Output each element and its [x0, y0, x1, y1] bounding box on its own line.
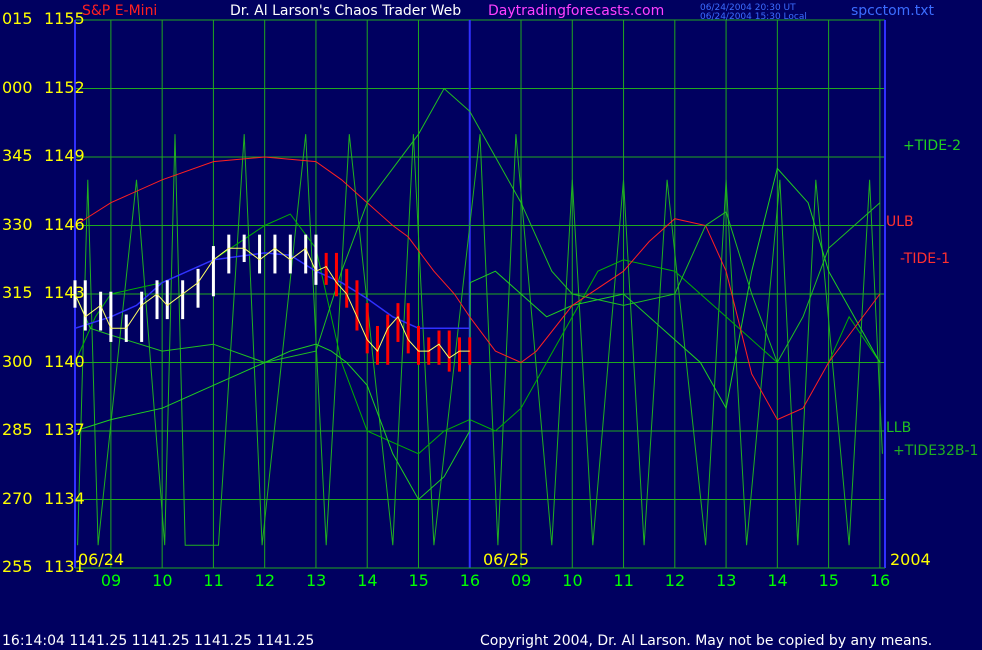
x-tick-label: 16 — [869, 571, 891, 590]
series-label-tide2: +TIDE-2 — [903, 138, 961, 154]
y-tick-angle: 285 — [2, 420, 33, 439]
time-local: 06/24/2004 15:30 Local — [700, 12, 807, 22]
copyright: Copyright 2004, Dr. Al Larson. May not b… — [480, 633, 933, 649]
data-file-label: spcctom.txt — [851, 3, 934, 19]
x-tick-label: 14 — [357, 571, 378, 590]
instrument-label: S&P E-Mini — [82, 3, 158, 19]
y-tick-angle: 270 — [2, 488, 33, 508]
x-tick-label: 15 — [818, 571, 839, 590]
last-quote: 16:14:04 1141.25 1141.25 1141.25 1141.25 — [2, 633, 315, 649]
x-tick-label: 13 — [305, 571, 327, 590]
y-tick-price: 1155 — [44, 9, 85, 28]
y-tick-price: 1146 — [44, 214, 85, 234]
y-tick-angle: 330 — [2, 214, 33, 234]
x-tick-label: 10 — [562, 571, 583, 590]
x-tick-label: 12 — [664, 571, 686, 590]
date-label-day1: 06/24 — [78, 550, 125, 569]
date-label-day2: 06/25 — [483, 550, 530, 569]
y-tick-angle: 300 — [2, 351, 33, 371]
x-tick-label: 15 — [408, 571, 429, 590]
y-tick-price: 1149 — [44, 146, 85, 165]
chart-title: Dr. Al Larson's Chaos Trader Web — [230, 3, 462, 19]
x-tick-label: 12 — [254, 571, 276, 590]
x-tick-label: 16 — [459, 571, 481, 590]
year-label: 2004 — [890, 550, 931, 569]
x-tick-label: 11 — [613, 571, 634, 590]
site-link[interactable]: Daytradingforecasts.com — [488, 4, 664, 18]
y-tick-angle: 315 — [2, 283, 33, 302]
x-tick-label: 13 — [716, 571, 737, 590]
x-tick-label: 09 — [511, 571, 532, 590]
y-tick-angle: 255 — [2, 557, 33, 576]
chart-window: S&P E-Mini Dr. Al Larson's Chaos Trader … — [0, 0, 982, 650]
y-tick-angle: 015 — [2, 9, 33, 28]
y-tick-angle: 000 — [2, 77, 33, 97]
y-tick-price: 1134 — [44, 488, 85, 508]
y-tick-angle: 345 — [2, 146, 33, 165]
y-tick-price: 1140 — [44, 351, 85, 371]
series-label-ulb: ULB — [886, 214, 914, 230]
x-tick-label: 09 — [100, 571, 122, 590]
x-tick-label: 14 — [767, 571, 788, 590]
x-tick-label: 10 — [152, 571, 173, 590]
y-tick-price: 1143 — [44, 283, 85, 302]
series-label-llb: LLB — [886, 420, 912, 436]
series-label-tide32: +TIDE32B-1 — [893, 443, 979, 459]
x-tick-label: 11 — [203, 571, 224, 590]
series-label-tide1: -TIDE-1 — [900, 251, 951, 267]
y-tick-price: 1152 — [44, 77, 85, 97]
y-tick-price: 1137 — [44, 420, 85, 439]
